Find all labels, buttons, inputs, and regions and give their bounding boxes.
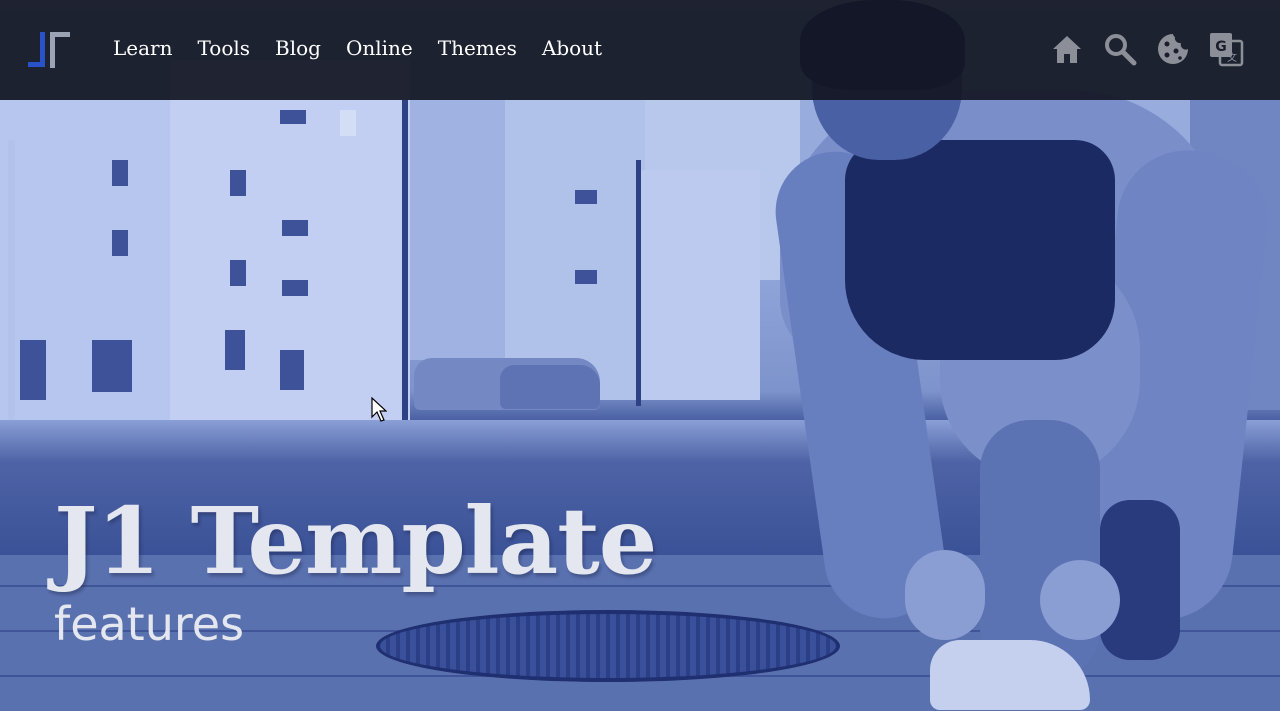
cookie-icon[interactable] <box>1155 31 1191 67</box>
top-navbar: Learn Tools Blog Online Themes About G 文 <box>0 0 1280 100</box>
building <box>92 60 410 420</box>
svg-text:文: 文 <box>1227 51 1237 64</box>
building <box>410 100 510 360</box>
nav-item-about[interactable]: About <box>542 36 602 60</box>
main-nav: Learn Tools Blog Online Themes About <box>113 36 627 60</box>
mouse-cursor-icon <box>371 397 387 422</box>
nav-item-learn[interactable]: Learn <box>113 36 172 60</box>
street-pole <box>402 100 408 420</box>
street-pole <box>8 140 15 420</box>
page-title: J1 Template <box>54 487 657 595</box>
building <box>505 100 645 400</box>
nav-item-blog[interactable]: Blog <box>275 36 321 60</box>
street-pole <box>636 160 641 406</box>
j1-logo-icon[interactable] <box>26 28 74 74</box>
nav-item-online[interactable]: Online <box>346 36 413 60</box>
page-subtitle: features <box>54 597 245 651</box>
parked-car <box>500 365 600 409</box>
home-icon[interactable] <box>1049 31 1085 67</box>
building <box>0 100 170 420</box>
manhole-cover <box>376 610 840 682</box>
translate-icon[interactable]: G 文 <box>1208 31 1244 67</box>
svg-text:G: G <box>1215 39 1227 55</box>
search-icon[interactable] <box>1102 31 1138 67</box>
nav-item-tools[interactable]: Tools <box>197 36 250 60</box>
building <box>640 170 760 400</box>
toolbar-icons: G 文 <box>1049 31 1244 67</box>
nav-item-themes[interactable]: Themes <box>438 36 517 60</box>
